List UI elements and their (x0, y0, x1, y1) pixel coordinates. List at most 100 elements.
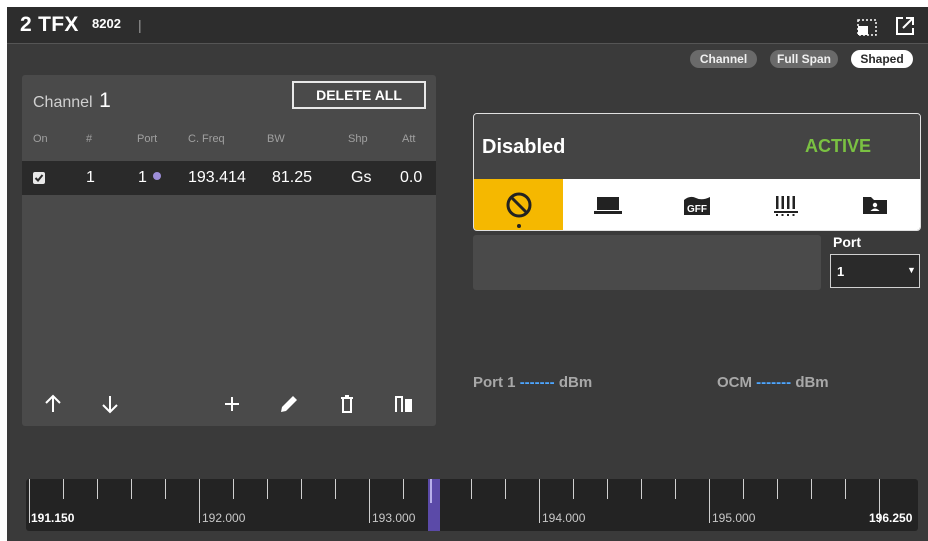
plus-icon[interactable] (221, 393, 243, 415)
column-header-att[interactable]: Att (402, 133, 415, 145)
selected-indicator (517, 224, 521, 228)
ruler-minor-tick (267, 479, 268, 499)
ruler-minor-tick (607, 479, 608, 499)
grid-icon (773, 196, 798, 216)
ocm-value: ------- (756, 374, 792, 391)
ruler-major-tick (29, 479, 30, 523)
column-header-port[interactable]: Port (137, 133, 157, 145)
mode-local-button[interactable] (563, 179, 652, 230)
channel-panel-title: Channel 1 (33, 89, 111, 113)
layout-toggle-icon[interactable] (857, 19, 877, 36)
port-select-label: Port (833, 234, 861, 250)
ruler-minor-tick (573, 479, 574, 499)
gff-icon: GFF (683, 196, 710, 215)
ruler-minor-tick (97, 479, 98, 499)
port-color-indicator (152, 171, 161, 180)
ruler-major-tick (369, 479, 370, 523)
app-window: 2 TFX 8202 | Channel Full Span Shaped Ch… (7, 7, 928, 541)
delete-all-button[interactable]: DELETE ALL (292, 81, 426, 109)
ruler-minor-tick (335, 479, 336, 499)
arrow-down-icon[interactable] (99, 393, 121, 415)
mode-gff-button[interactable]: GFF (652, 179, 741, 230)
mode-folder-button[interactable] (830, 179, 919, 230)
status-label: Disabled (482, 136, 566, 158)
ocm-label: OCM (717, 374, 752, 391)
channel-cfreq: 193.414 (188, 169, 246, 186)
column-header-cfreq[interactable]: C. Freq (188, 133, 225, 145)
ruler-minor-tick (641, 479, 642, 499)
channel-attenuation: 0.0 (400, 169, 423, 186)
column-header-shp[interactable]: Shp (348, 133, 368, 145)
port1-value: ------- (519, 374, 555, 391)
pencil-icon[interactable] (278, 393, 300, 415)
ruler-major-tick (709, 479, 710, 523)
ocm-power-readout: OCM ------- dBm (717, 374, 829, 391)
ruler-minor-tick (301, 479, 302, 499)
ruler-label-192: 192.000 (202, 511, 246, 525)
ruler-end-label: 196.250 (869, 511, 913, 525)
chevron-down-icon: ▼ (907, 265, 916, 275)
ruler-minor-tick (63, 479, 64, 499)
ruler-label-194: 194.000 (542, 511, 586, 525)
ruler-minor-tick (743, 479, 744, 499)
ocm-unit: dBm (795, 374, 829, 391)
ruler-minor-tick (131, 479, 132, 499)
channel-number: 1 (86, 169, 95, 186)
view-full-span-button[interactable]: Full Span (770, 50, 838, 68)
trash-icon[interactable] (336, 393, 358, 415)
disabled-icon (506, 192, 531, 218)
ruler-label-193: 193.000 (372, 511, 416, 525)
mode-disabled-button[interactable] (474, 179, 563, 230)
ruler-minor-tick (165, 479, 166, 499)
mode-grid-button[interactable] (741, 179, 830, 230)
ruler-minor-tick (777, 479, 778, 499)
ruler-minor-tick (811, 479, 812, 499)
column-header-bw[interactable]: BW (267, 133, 285, 145)
ruler-minor-tick (471, 479, 472, 499)
ruler-major-tick (539, 479, 540, 523)
column-header-on[interactable]: On (33, 133, 48, 145)
channel-shape: Gs (351, 169, 372, 186)
channel-port-value: 1 (138, 169, 147, 186)
ruler-label-195: 195.000 (712, 511, 756, 525)
title-bar: 2 TFX 8202 | (7, 7, 928, 43)
ruler-minor-tick (505, 479, 506, 499)
channel-title-number: 1 (99, 89, 111, 112)
header-divider (7, 43, 928, 44)
ruler-minor-tick (845, 479, 846, 499)
arrow-up-icon[interactable] (42, 393, 64, 415)
active-badge: ACTIVE (805, 136, 872, 156)
columns-icon[interactable] (393, 393, 415, 415)
view-channel-button[interactable]: Channel (690, 50, 757, 68)
channel-marker-center (430, 479, 432, 503)
port-select-value: 1 (837, 264, 845, 279)
folder-icon (862, 197, 887, 214)
device-model: 8202 (92, 16, 121, 31)
laptop-icon (593, 197, 622, 214)
channel-panel: Channel 1 DELETE ALL On # Port C. Freq B… (22, 75, 436, 426)
channel-enabled-checkbox[interactable] (33, 172, 45, 184)
ruler-minor-tick (403, 479, 404, 499)
port1-label: Port 1 (473, 374, 516, 391)
port1-unit: dBm (558, 374, 593, 391)
channel-bw: 81.25 (272, 169, 313, 186)
device-title: 2 TFX (20, 13, 79, 36)
port-select[interactable]: 1 ▼ (830, 254, 920, 288)
ruler-minor-tick (675, 479, 676, 499)
port1-power-readout: Port 1 ------- dBm (473, 374, 592, 391)
view-shaped-button[interactable]: Shaped (851, 50, 913, 68)
table-row[interactable]: 1 1 193.414 81.25 Gs 0.0 (22, 161, 436, 195)
channel-state-card: Disabled ACTIVE GFF (473, 113, 921, 231)
popout-icon[interactable] (895, 16, 915, 36)
gff-icon-text: GFF (687, 204, 707, 215)
frequency-ruler[interactable]: 191.150 192.000 193.000 194.000 195.000 … (26, 479, 918, 531)
mode-selector: GFF (474, 179, 920, 230)
column-header-number[interactable]: # (86, 133, 92, 145)
channel-title-label: Channel (33, 94, 93, 111)
channel-info-box (473, 235, 821, 290)
ruler-major-tick (199, 479, 200, 523)
title-separator: | (138, 17, 142, 33)
state-header: Disabled ACTIVE (474, 114, 920, 179)
ruler-start-label: 191.150 (31, 511, 75, 525)
ruler-minor-tick (233, 479, 234, 499)
